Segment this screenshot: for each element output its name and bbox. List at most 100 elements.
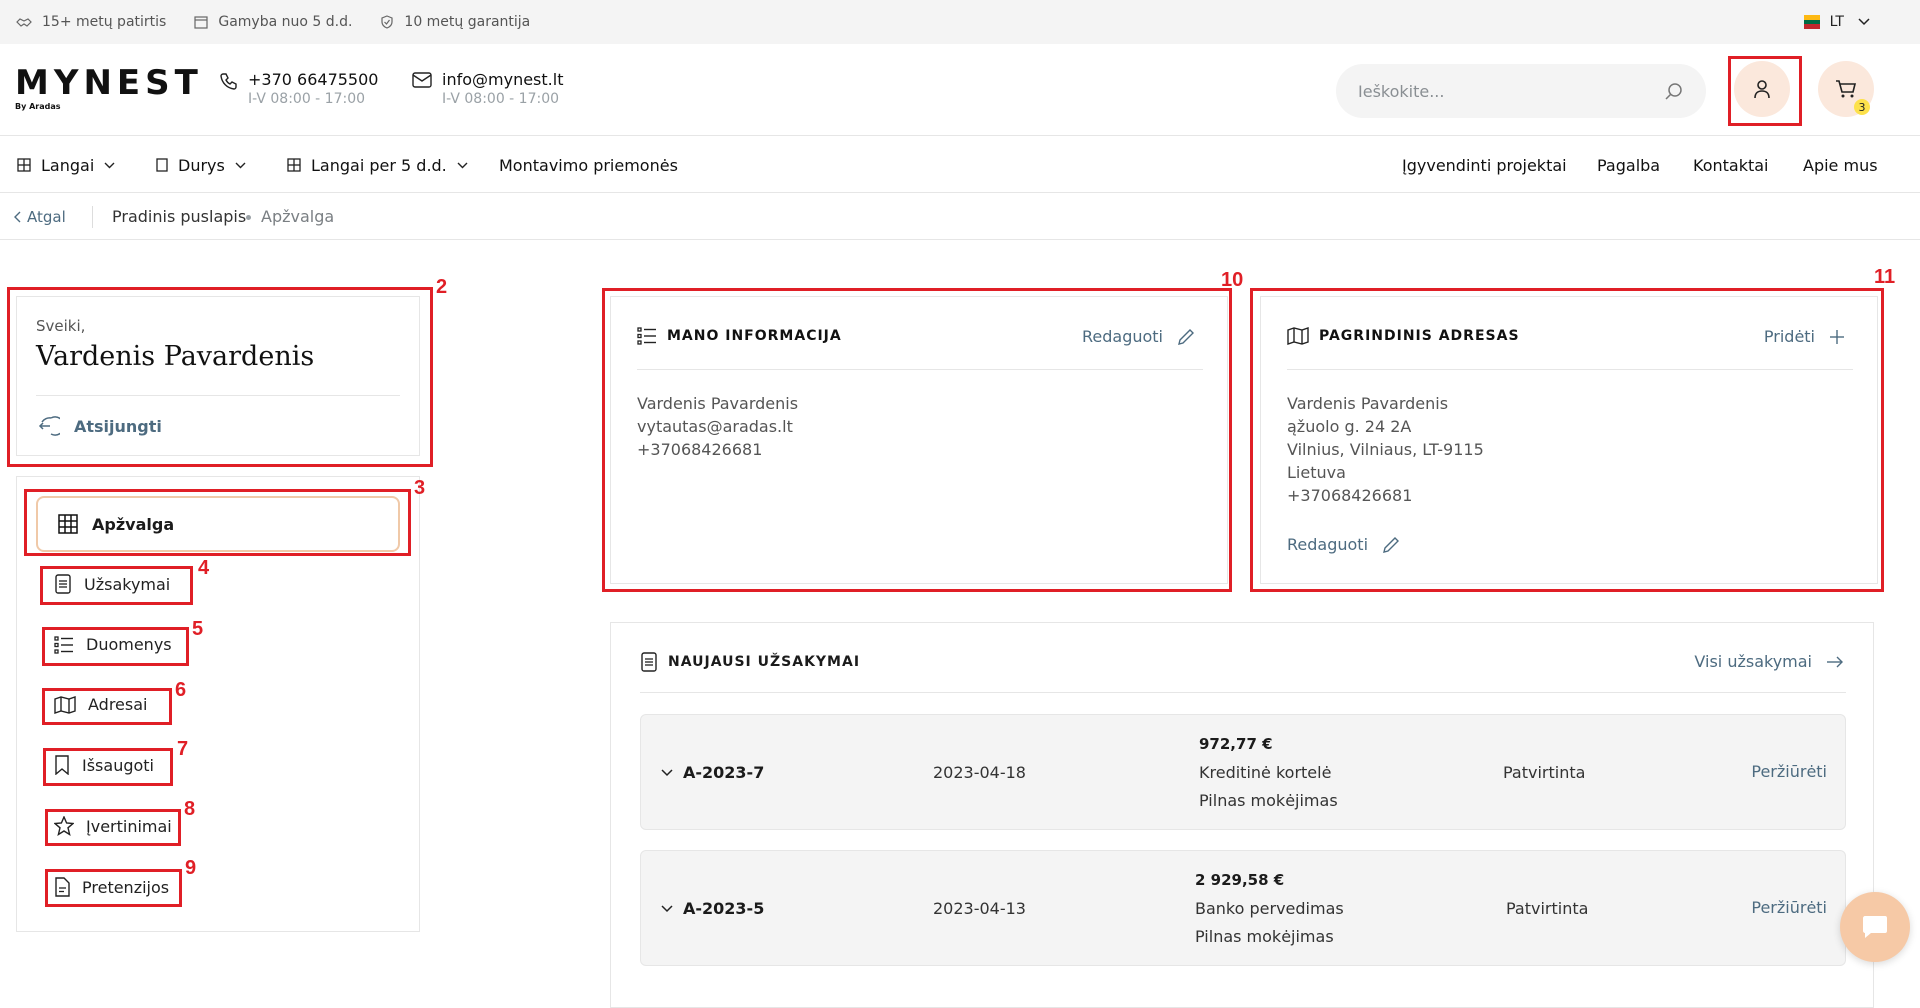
nav-item-installation[interactable]: Montavimo priemonės [499, 137, 678, 193]
language-selector[interactable]: LT [1803, 0, 1870, 44]
menu-item-orders-label: Užsakymai [84, 574, 171, 594]
phone-icon [220, 73, 237, 90]
top-info-bar: 15+ metų patirtis Gamyba nuo 5 d.d. 10 m… [0, 0, 1920, 44]
address-name: Vardenis Pavardenis [1287, 394, 1449, 413]
all-orders-link[interactable]: Visi užsakymai [1694, 652, 1844, 671]
chevron-down-icon [1858, 18, 1870, 26]
greeting-text: Sveiki, [36, 317, 86, 335]
nav-item-projects[interactable]: Įgyvendinti projektai [1402, 137, 1567, 193]
edit-address-button[interactable]: Redaguoti [1287, 535, 1400, 554]
nav-item-windows[interactable]: Langai [17, 137, 115, 193]
cart-button[interactable]: 3 [1818, 61, 1874, 117]
nav-item-about[interactable]: Apie mus [1803, 137, 1878, 193]
address-country: Lietuva [1287, 463, 1346, 482]
email-hours: I-V 08:00 - 17:00 [442, 91, 560, 107]
cart-count-badge: 3 [1854, 99, 1870, 115]
nav-item-windows-label: Langai [41, 155, 95, 175]
search-bar [1336, 64, 1706, 118]
menu-item-ratings[interactable]: Įvertinimai [54, 816, 172, 836]
nav-item-projects-label: Įgyvendinti projektai [1402, 155, 1567, 175]
chevron-down-icon[interactable] [661, 769, 673, 777]
nav-item-installation-label: Montavimo priemonės [499, 155, 678, 175]
address-city: Vilnius, Vilniaus, LT-9115 [1287, 440, 1484, 459]
main-address-title: PAGRINDINIS ADRESAS [1319, 328, 1520, 344]
edit-info-label: Redaguoti [1081, 327, 1163, 346]
chat-bubble-icon [1863, 916, 1887, 938]
grid-icon [58, 514, 78, 534]
menu-item-claims[interactable]: Pretenzijos [54, 877, 169, 897]
main-address-card: PAGRINDINIS ADRESAS Pridėti Vardenis Pav… [1260, 296, 1878, 584]
menu-item-addresses[interactable]: Adresai [54, 695, 147, 714]
annotation-number-11: 11 [1874, 266, 1896, 288]
document-icon [55, 877, 70, 897]
chevron-down-icon [235, 162, 246, 168]
edit-info-button[interactable]: Redaguoti [1082, 327, 1195, 346]
order-date: 2023-04-18 [933, 763, 1026, 782]
email-contact[interactable]: info@mynest.lt I-V 08:00 - 17:00 [412, 70, 563, 108]
lithuania-flag-icon [1803, 15, 1820, 30]
main-address-heading: PAGRINDINIS ADRESAS [1287, 327, 1520, 345]
add-address-button[interactable]: Pridėti [1764, 327, 1845, 346]
order-view-link[interactable]: Peržiūrėti [1751, 898, 1827, 917]
annotation-number-7: 7 [177, 738, 189, 760]
handshake-icon [16, 18, 32, 27]
menu-item-saved[interactable]: Išsaugoti [54, 755, 154, 775]
my-info-email: vytautas@aradas.lt [637, 417, 793, 436]
list-icon [54, 635, 73, 654]
order-row[interactable]: A-2023-7 2023-04-18 972,77 € Kreditinė k… [640, 714, 1846, 830]
main-nav: Langai Durys Langai per 5 d.d. Montavimo… [0, 137, 1920, 193]
logo-text: MYNEST [15, 63, 203, 103]
logout-icon [38, 416, 60, 436]
calendar-icon [194, 16, 208, 29]
search-input[interactable] [1358, 81, 1664, 101]
chevron-down-icon[interactable] [661, 905, 673, 913]
feature-production-label: Gamyba nuo 5 d.d. [218, 14, 353, 30]
back-link[interactable]: Atgal [14, 208, 66, 226]
breadcrumb-current: Apžvalga [261, 207, 335, 226]
nav-item-contacts[interactable]: Kontaktai [1693, 137, 1769, 193]
menu-item-orders[interactable]: Užsakymai [54, 574, 170, 594]
nav-item-windows-5-days[interactable]: Langai per 5 d.d. [287, 137, 468, 193]
phone-contact[interactable]: +370 66475500 I-V 08:00 - 17:00 [220, 70, 378, 108]
menu-item-addresses-label: Adresai [88, 695, 148, 714]
cart-icon [1836, 80, 1857, 98]
shield-icon [381, 15, 394, 29]
nav-item-help-label: Pagalba [1597, 155, 1661, 175]
email-address: info@mynest.lt [442, 70, 564, 89]
feature-warranty-label: 10 metų garantija [404, 14, 531, 30]
nav-item-doors[interactable]: Durys [156, 137, 246, 193]
window-icon [17, 158, 31, 172]
breadcrumb-home[interactable]: Pradinis puslapis [112, 207, 246, 226]
mynest-logo[interactable]: MYNEST By Aradas [15, 66, 203, 111]
edit-address-label: Redaguoti [1287, 535, 1369, 554]
nav-item-help[interactable]: Pagalba [1597, 137, 1660, 193]
nav-item-contacts-label: Kontaktai [1693, 155, 1769, 175]
menu-item-overview[interactable]: Apžvalga [36, 496, 400, 552]
order-payment-type: Pilnas mokėjimas [1199, 791, 1338, 810]
annotation-number-3: 3 [414, 477, 426, 499]
address-phone: +37068426681 [1287, 486, 1413, 505]
menu-item-details[interactable]: Duomenys [54, 635, 172, 654]
logout-button[interactable]: Atsijungti [36, 414, 162, 438]
logout-label: Atsijungti [74, 416, 162, 436]
my-info-heading: MANO INFORMACIJA [637, 327, 842, 345]
chat-button[interactable] [1840, 892, 1910, 962]
chevron-left-icon [14, 211, 21, 222]
feature-production: Gamyba nuo 5 d.d. [194, 14, 352, 30]
phone-hours: I-V 08:00 - 17:00 [248, 91, 366, 107]
order-row[interactable]: A-2023-5 2023-04-13 2 929,58 € Banko per… [640, 850, 1846, 966]
search-icon[interactable] [1664, 81, 1684, 101]
add-address-label: Pridėti [1763, 327, 1815, 346]
order-view-link[interactable]: Peržiūrėti [1751, 762, 1827, 781]
account-button[interactable] [1734, 61, 1790, 117]
recent-orders-title: NAUJAUSI UŽSAKYMAI [668, 654, 861, 670]
order-payment-method: Kreditinė kortelė [1199, 763, 1332, 782]
menu-item-ratings-label: Įvertinimai [86, 816, 172, 836]
order-status: Patvirtinta [1506, 899, 1589, 918]
annotation-number-2: 2 [436, 276, 448, 298]
order-payment-method: Banko pervedimas [1195, 899, 1344, 918]
list-icon [637, 327, 656, 345]
order-payment-type: Pilnas mokėjimas [1195, 927, 1334, 946]
feature-experience-label: 15+ metų patirtis [42, 14, 167, 30]
main-address-divider [1287, 369, 1853, 370]
